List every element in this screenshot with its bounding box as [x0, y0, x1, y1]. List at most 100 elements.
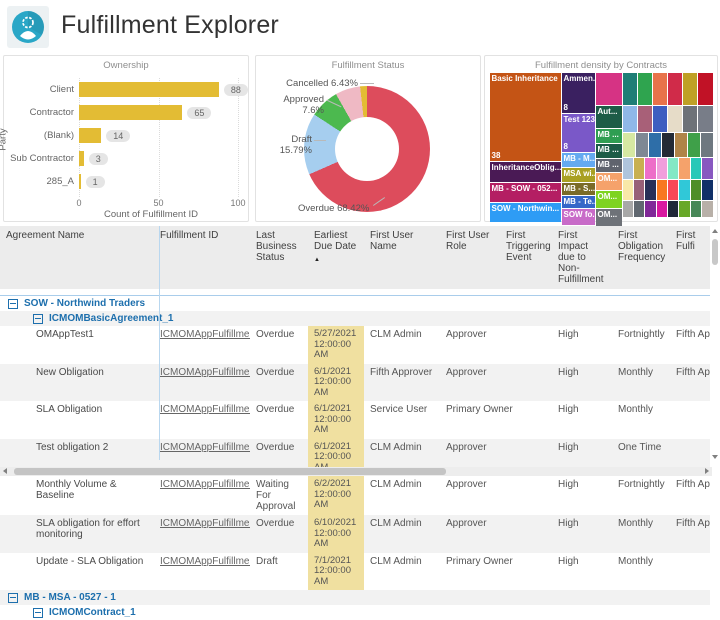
treemap-tile[interactable]	[668, 73, 682, 106]
treemap-tile[interactable]: MB ...	[596, 159, 622, 172]
bar[interactable]	[79, 128, 101, 143]
treemap-tile[interactable]	[636, 133, 648, 157]
treemap-tile[interactable]	[668, 201, 678, 217]
treemap-tile[interactable]	[679, 201, 689, 217]
fulfillment-id-link[interactable]: ICMOMAppFulfillment_100	[160, 518, 250, 529]
treemap-tile[interactable]	[691, 158, 701, 179]
treemap-tile[interactable]: MSA wi...	[562, 168, 595, 182]
table-row[interactable]: SLA ObligationICMOMAppFulfillment_4Overd…	[0, 401, 710, 439]
treemap-tile[interactable]	[638, 73, 652, 106]
treemap-tile[interactable]: InheritanceOblig...	[490, 162, 561, 182]
fulfillment-id-link[interactable]: ICMOMAppFulfillment_143	[160, 556, 250, 567]
collapse-icon[interactable]	[8, 593, 18, 603]
table-row[interactable]: Update - SLA ObligationICMOMAppFulfillme…	[0, 553, 710, 591]
group-row[interactable]: ICMOMBasicAgreement_1	[0, 311, 710, 326]
treemap-tile[interactable]	[623, 133, 635, 157]
treemap-tile[interactable]	[623, 201, 633, 217]
treemap-tile[interactable]: OM...	[596, 173, 622, 190]
treemap-tile[interactable]	[649, 133, 661, 157]
treemap-tile[interactable]: OM...	[596, 191, 622, 208]
vertical-scrollbar[interactable]	[711, 229, 719, 459]
treemap-tile[interactable]	[638, 106, 652, 132]
treemap-tile[interactable]	[683, 106, 697, 132]
bar[interactable]	[79, 174, 81, 189]
treemap-tile[interactable]	[657, 201, 667, 217]
treemap-tile[interactable]	[691, 201, 701, 217]
treemap-tile[interactable]	[623, 73, 637, 106]
scroll-right-icon[interactable]	[705, 468, 709, 474]
column-header[interactable]: Earliest Due Date▲	[308, 226, 364, 289]
table-row[interactable]: SLA obligation for effort monitoringICMO…	[0, 515, 710, 553]
table-row[interactable]: New ObligationICMOMAppFulfillment_131Ove…	[0, 364, 710, 402]
bar[interactable]	[79, 105, 182, 120]
fulfillment-id-link[interactable]: ICMOMAppFulfillment_5	[160, 442, 250, 453]
column-header[interactable]: First Fulfi	[670, 226, 710, 289]
column-header[interactable]: Last Business Status	[250, 226, 308, 289]
bar[interactable]	[79, 151, 84, 166]
treemap-tile[interactable]: MB - S...	[562, 183, 595, 195]
treemap-tile[interactable]	[634, 180, 644, 200]
fulfillment-id-link[interactable]: ICMOMAppFulfillment_10	[160, 329, 250, 340]
treemap-tile[interactable]	[634, 158, 644, 179]
treemap-tile[interactable]: Basic Inheritance38	[490, 73, 561, 161]
treemap-tile[interactable]: SOW - Northwin...	[490, 203, 561, 222]
treemap-tile[interactable]	[645, 201, 655, 217]
treemap-tile[interactable]: MB ...	[596, 129, 622, 143]
treemap-tile[interactable]	[679, 158, 689, 179]
vertical-scroll-thumb[interactable]	[712, 239, 718, 265]
treemap-tile[interactable]: Aut...	[596, 106, 622, 128]
treemap-tile[interactable]	[596, 73, 622, 105]
treemap-tile[interactable]: MB - M...	[562, 153, 595, 167]
treemap-tile[interactable]	[698, 73, 712, 106]
column-header[interactable]: First User Role	[440, 226, 500, 289]
table-row[interactable]: Monthly Volume & BaselineICMOMAppFulfill…	[0, 476, 710, 515]
column-header[interactable]: First Impact due to Non-Fulfillment	[552, 226, 612, 289]
horizontal-scrollbar[interactable]	[0, 467, 712, 476]
group-row[interactable]: ICMOMContract_1	[0, 605, 710, 620]
collapse-icon[interactable]	[33, 314, 43, 324]
bar[interactable]	[79, 82, 219, 97]
table-row[interactable]: OMAppTest1ICMOMAppFulfillment_10Overdue5…	[0, 326, 710, 364]
treemap-tile[interactable]	[668, 106, 682, 132]
column-header[interactable]: Agreement Name	[0, 226, 154, 289]
treemap-tile[interactable]	[675, 133, 687, 157]
treemap-tile[interactable]	[702, 201, 712, 217]
treemap-tile[interactable]	[653, 73, 667, 106]
collapse-icon[interactable]	[33, 608, 43, 618]
group-row[interactable]: MB - MSA - 0527 - 1	[0, 590, 710, 605]
treemap-tile[interactable]	[698, 106, 712, 132]
scroll-left-icon[interactable]	[3, 468, 7, 474]
treemap-tile[interactable]: SOW fo...	[562, 209, 595, 225]
treemap-tile[interactable]	[668, 158, 678, 179]
scroll-up-icon[interactable]	[712, 229, 718, 233]
treemap-tile[interactable]	[657, 158, 667, 179]
treemap-tile[interactable]	[634, 201, 644, 217]
treemap-tile[interactable]	[645, 158, 655, 179]
scroll-down-icon[interactable]	[712, 455, 718, 459]
group-row[interactable]: SOW - Northwind Traders	[0, 296, 710, 311]
treemap-tile[interactable]	[691, 180, 701, 200]
treemap-tile[interactable]	[701, 133, 713, 157]
treemap-tile[interactable]	[645, 180, 655, 200]
treemap-tile[interactable]	[662, 133, 674, 157]
column-header[interactable]: First Obligation Frequency	[612, 226, 670, 289]
fulfillment-id-link[interactable]: ICMOMAppFulfillment_105	[160, 479, 250, 490]
treemap-tile[interactable]	[623, 180, 633, 200]
treemap-tile[interactable]	[653, 106, 667, 132]
fulfillment-id-link[interactable]: ICMOMAppFulfillment_4	[160, 404, 250, 415]
horizontal-scroll-thumb[interactable]	[14, 468, 446, 475]
treemap-tile[interactable]: MB - Te...	[562, 196, 595, 208]
collapse-icon[interactable]	[8, 299, 18, 309]
treemap-tile[interactable]	[702, 180, 712, 200]
treemap-tile[interactable]	[623, 106, 637, 132]
fulfillment-id-link[interactable]: ICMOMAppFulfillment_131	[160, 367, 250, 378]
column-header[interactable]: First User Name	[364, 226, 440, 289]
treemap-tile[interactable]	[702, 158, 712, 179]
treemap-tile[interactable]	[657, 180, 667, 200]
treemap-tile[interactable]: OM...	[596, 209, 622, 226]
column-header[interactable]: First Triggering Event	[500, 226, 552, 289]
treemap-tile[interactable]	[688, 133, 700, 157]
treemap-tile[interactable]: Test 1238	[562, 114, 595, 152]
treemap-tile[interactable]: MB ...	[596, 144, 622, 158]
treemap-tile[interactable]: Ammen...8	[562, 73, 595, 113]
